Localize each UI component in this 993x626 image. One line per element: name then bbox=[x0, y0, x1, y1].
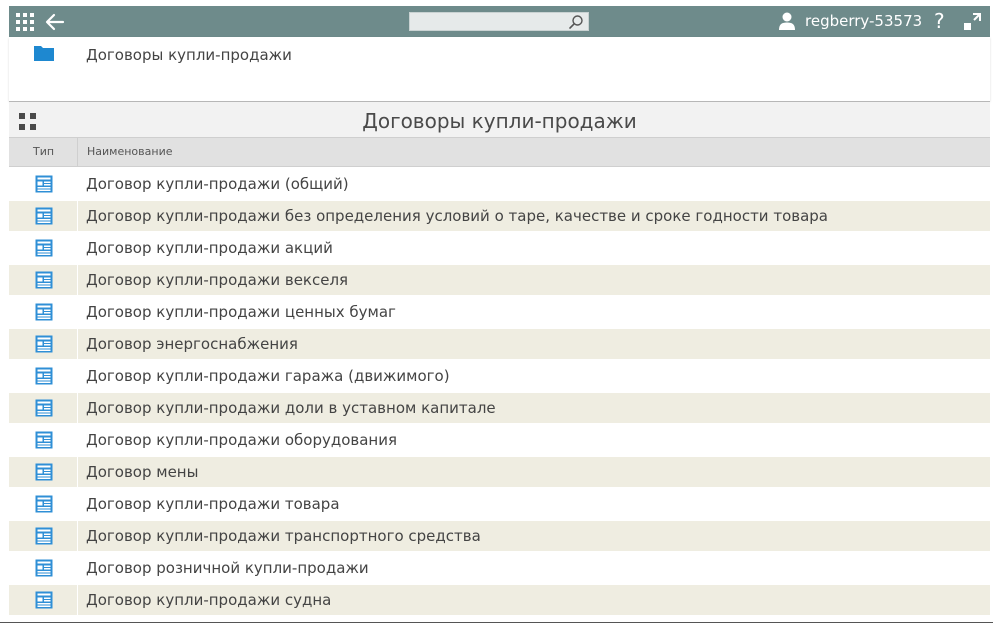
document-form-icon bbox=[35, 207, 53, 225]
user-icon[interactable] bbox=[777, 11, 797, 31]
type-cell bbox=[9, 521, 77, 551]
document-form-icon bbox=[35, 495, 53, 513]
document-form-icon bbox=[35, 527, 53, 545]
bottom-divider bbox=[0, 622, 993, 623]
row-name: Договор купли-продажи векселя bbox=[78, 265, 990, 295]
table-row[interactable]: Договор розничной купли-продажи bbox=[9, 553, 990, 585]
top-toolbar: regberry-53573 ? bbox=[9, 6, 990, 37]
table-row[interactable]: Договор купли-продажи доли в уставном ка… bbox=[9, 393, 990, 425]
row-name: Договор купли-продажи доли в уставном ка… bbox=[78, 393, 990, 423]
type-cell bbox=[9, 425, 77, 455]
table-row[interactable]: Договор купли-продажи товара bbox=[9, 489, 990, 521]
page-title: Договоры купли-продажи bbox=[362, 109, 637, 133]
row-name: Договор купли-продажи без определения ус… bbox=[78, 201, 990, 231]
row-name: Договор розничной купли-продажи bbox=[86, 559, 369, 577]
search-input[interactable] bbox=[410, 16, 560, 33]
type-cell bbox=[9, 361, 77, 391]
row-name: Договор купли-продажи гаража (движимого) bbox=[86, 367, 450, 385]
table-row[interactable]: Договор купли-продажи ценных бумаг bbox=[9, 297, 990, 329]
type-cell bbox=[9, 329, 77, 359]
document-form-icon bbox=[35, 175, 53, 193]
table-row[interactable]: Договор энергоснабжения bbox=[9, 329, 990, 361]
row-name: Договор мены bbox=[78, 457, 990, 487]
type-cell bbox=[9, 489, 77, 519]
type-cell bbox=[9, 393, 77, 423]
table-row[interactable]: Договор купли-продажи (общий) bbox=[9, 169, 990, 201]
type-cell bbox=[9, 201, 77, 231]
fullscreen-icon[interactable] bbox=[963, 13, 981, 31]
row-name: Договор энергоснабжения bbox=[78, 329, 990, 359]
document-form-icon bbox=[35, 335, 53, 353]
table-row[interactable]: Договор купли-продажи судна bbox=[9, 585, 990, 617]
table-row[interactable]: Договор купли-продажи оборудования bbox=[9, 425, 990, 457]
table-row[interactable]: Договор купли-продажи транспортного сред… bbox=[9, 521, 990, 553]
breadcrumb[interactable]: Договоры купли-продажи bbox=[86, 46, 292, 64]
column-header-type[interactable]: Тип bbox=[9, 138, 78, 166]
document-form-icon bbox=[35, 399, 53, 417]
type-cell bbox=[9, 457, 77, 487]
table-row[interactable]: Договор мены bbox=[9, 457, 990, 489]
document-form-icon bbox=[35, 463, 53, 481]
document-form-icon bbox=[35, 303, 53, 321]
table-row[interactable]: Договор купли-продажи акций bbox=[9, 233, 990, 265]
table-row[interactable]: Договор купли-продажи без определения ус… bbox=[9, 201, 990, 233]
search-icon[interactable] bbox=[568, 14, 584, 30]
document-form-icon bbox=[35, 559, 53, 577]
search-field[interactable] bbox=[409, 12, 589, 33]
row-name: Договор купли-продажи акций bbox=[86, 239, 333, 257]
back-arrow-icon[interactable] bbox=[43, 10, 67, 34]
type-cell bbox=[9, 553, 77, 583]
document-form-icon bbox=[35, 591, 53, 609]
type-cell bbox=[9, 265, 77, 295]
document-form-icon bbox=[35, 271, 53, 289]
row-name: Договор купли-продажи оборудования bbox=[86, 431, 398, 449]
row-name: Договор купли-продажи (общий) bbox=[86, 175, 349, 193]
table-row[interactable]: Договор купли-продажи векселя bbox=[9, 265, 990, 297]
folder-icon[interactable] bbox=[33, 44, 55, 62]
row-name: Договор купли-продажи транспортного сред… bbox=[78, 521, 990, 551]
list-header: Договоры купли-продажи bbox=[9, 101, 990, 137]
row-name: Договор купли-продажи судна bbox=[78, 585, 990, 615]
user-name[interactable]: regberry-53573 bbox=[805, 12, 922, 30]
column-header-name[interactable]: Наименование bbox=[87, 138, 172, 166]
breadcrumb-panel: Договоры купли-продажи bbox=[9, 37, 990, 101]
document-form-icon bbox=[35, 431, 53, 449]
table-row[interactable]: Договор купли-продажи гаража (движимого) bbox=[9, 361, 990, 393]
row-name: Договор купли-продажи товара bbox=[86, 495, 340, 513]
help-button[interactable]: ? bbox=[934, 9, 945, 33]
row-name: Договор купли-продажи ценных бумаг bbox=[86, 303, 396, 321]
type-cell bbox=[9, 233, 77, 263]
documents-list: Договор купли-продажи (общий) Договор куп… bbox=[9, 169, 990, 619]
document-form-icon bbox=[35, 367, 53, 385]
type-cell bbox=[9, 297, 77, 327]
document-form-icon bbox=[35, 239, 53, 257]
type-cell bbox=[9, 585, 77, 615]
type-cell bbox=[9, 169, 77, 199]
column-headers: Тип Наименование bbox=[9, 137, 990, 167]
apps-grid-icon[interactable] bbox=[16, 13, 34, 31]
